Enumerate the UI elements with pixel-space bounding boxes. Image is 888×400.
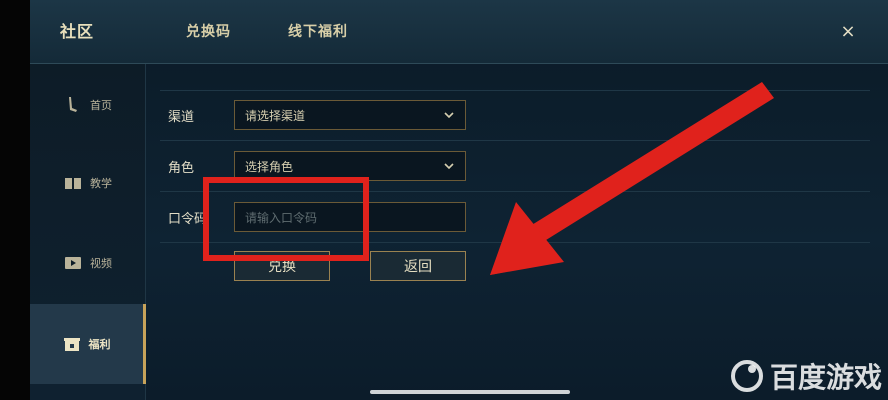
divider	[160, 90, 870, 91]
role-select[interactable]: 选择角色	[234, 151, 466, 181]
divider	[160, 242, 870, 243]
code-input[interactable]: 请输入口令码	[234, 202, 466, 232]
sword-icon	[64, 96, 82, 114]
sidebar-item-benefits[interactable]: 福利	[30, 304, 146, 384]
divider	[160, 191, 870, 192]
role-select-value: 选择角色	[245, 159, 294, 174]
chevron-down-icon	[444, 112, 454, 119]
tab-offline-benefits[interactable]: 线下福利	[288, 20, 348, 44]
book-icon	[64, 174, 82, 192]
tab-community[interactable]: 社区	[60, 20, 94, 44]
sidebar-item-label: 教学	[90, 177, 112, 190]
channel-select-value: 请选择渠道	[245, 108, 306, 123]
sidebar-item-video[interactable]: 视频	[30, 224, 146, 302]
code-input-placeholder: 请输入口令码	[245, 210, 318, 225]
sidebar: 首页 教学 视频 福利	[30, 64, 146, 400]
gift-icon	[63, 335, 81, 353]
code-row: 口令码 请输入口令码	[168, 202, 466, 232]
sidebar-item-label: 首页	[90, 99, 112, 112]
sidebar-item-tutorial[interactable]: 教学	[30, 144, 146, 222]
sidebar-item-label: 福利	[88, 338, 111, 351]
channel-select[interactable]: 请选择渠道	[234, 100, 466, 130]
home-indicator[interactable]	[370, 390, 570, 394]
back-button[interactable]: 返回	[370, 251, 466, 281]
role-row: 角色 选择角色	[168, 151, 466, 181]
app-window: 社区 兑换码 线下福利 × 首页 教学 视频 福利 渠道 请选择渠道 角色 选择…	[30, 0, 888, 400]
video-icon	[64, 254, 82, 272]
channel-row: 渠道 请选择渠道	[168, 100, 466, 130]
sidebar-item-home[interactable]: 首页	[30, 66, 146, 144]
tab-redeem-code[interactable]: 兑换码	[186, 20, 231, 44]
redeem-form-panel: 渠道 请选择渠道 角色 选择角色 口令码 请输入口令码 兑换 返回	[146, 64, 888, 400]
redeem-button[interactable]: 兑换	[234, 251, 330, 281]
device-bezel	[0, 0, 30, 400]
channel-label: 渠道	[168, 109, 195, 125]
chevron-down-icon	[444, 163, 454, 170]
sidebar-item-label: 视频	[90, 257, 112, 270]
baidu-logo-icon	[730, 360, 763, 392]
close-icon[interactable]: ×	[838, 22, 858, 42]
top-bar: 社区 兑换码 线下福利 ×	[30, 0, 888, 64]
watermark: 百度游戏	[730, 356, 882, 396]
divider	[160, 140, 870, 141]
code-label: 口令码	[168, 211, 208, 227]
role-label: 角色	[168, 160, 195, 176]
watermark-text: 百度游戏	[769, 361, 882, 394]
